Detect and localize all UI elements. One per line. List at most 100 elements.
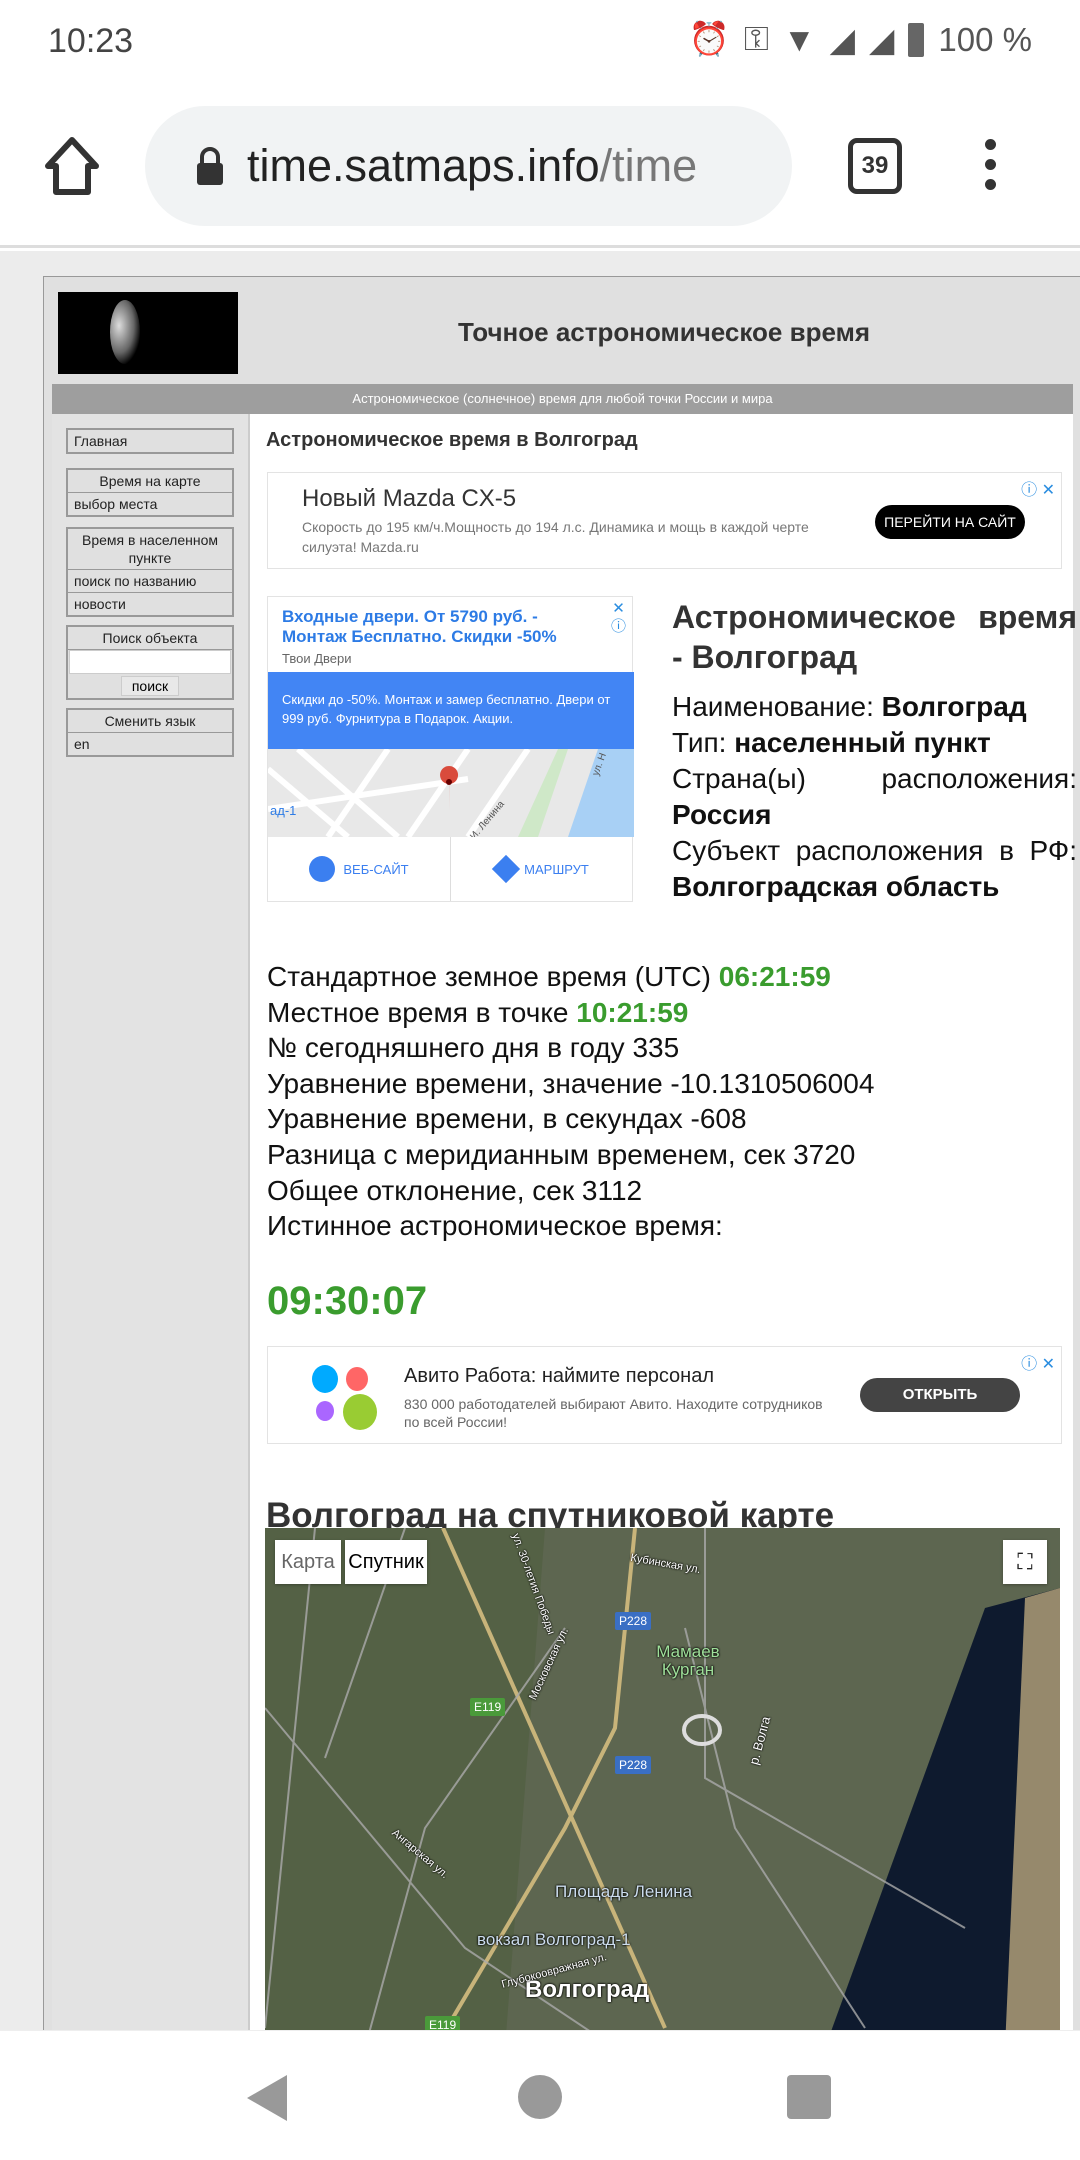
satellite-map[interactable]: Карта Спутник ⛶ P228 P228 E119 E119 Мама… <box>265 1528 1060 2030</box>
map-roads <box>265 1528 1060 2030</box>
country-label: Страна(ы) расположения: <box>672 763 1077 794</box>
ad-text: Скидки до -50%. Монтаж и замер бесплатно… <box>268 672 634 749</box>
road-shield: P228 <box>615 1756 652 1774</box>
ad-doors[interactable]: ✕ ⓘ Входные двери. От 5790 руб. - Монтаж … <box>267 596 634 902</box>
true-time-value: 09:30:07 <box>267 1279 428 1323</box>
local-label: Местное время в точке <box>267 996 569 1028</box>
sidebar-item-news[interactable]: новости <box>68 593 232 615</box>
local-value: 10:21:59 <box>576 996 689 1028</box>
place-info: Астрономическое время - Волгоград Наимен… <box>672 597 1077 905</box>
url-bar[interactable]: time.satmaps.info/time <box>145 106 792 226</box>
home-icon[interactable] <box>44 136 100 196</box>
ad-cta-button[interactable]: ОТКРЫТЬ <box>860 1378 1020 1412</box>
eot-label: Уравнение времени, значение <box>267 1067 663 1099</box>
site-tagline: Астрономическое (солнечное) время для лю… <box>52 384 1073 414</box>
map-label: Площадь Ленина <box>555 1882 693 1901</box>
ad-close-info-icon[interactable]: ✕ ⓘ <box>611 600 626 636</box>
sidebar-section-title: Время на карте <box>68 470 232 493</box>
status-icons: ⏰ ⚿ ▼ ◢ ◢ 100 % <box>689 20 1032 59</box>
home-nav-icon[interactable] <box>518 2075 562 2119</box>
sidebar-section-title: Поиск объекта <box>68 627 232 650</box>
browser-toolbar: time.satmaps.info/time 39 <box>0 84 1080 248</box>
ad-map: ад-1 ул. Н И. Ленина <box>268 749 634 837</box>
site-container: Точное астрономическое время Астрономиче… <box>43 276 1080 2030</box>
android-nav-bar <box>0 2030 1080 2160</box>
sidebar-item-lang-en[interactable]: en <box>68 733 232 755</box>
alarm-icon: ⏰ <box>688 20 730 57</box>
total-label: Общее отклонение, сек <box>267 1174 575 1206</box>
map-label: Волгоград <box>525 1976 650 2003</box>
ad-title: Новый Mazda CX-5 <box>302 485 517 512</box>
back-icon[interactable] <box>245 2073 289 2123</box>
eot-value: -10.1310506004 <box>670 1067 875 1099</box>
region-value: Волгоградская область <box>672 871 1000 902</box>
search-button[interactable]: поиск <box>120 676 180 696</box>
ad-route-label: МАРШРУТ <box>524 861 589 877</box>
page-heading: Астрономическое время в Волгоград <box>266 429 638 451</box>
tab-switcher-button[interactable]: 39 <box>848 138 902 194</box>
total-value: 3112 <box>581 1174 643 1206</box>
ad-text: 830 000 работодателей выбирают Авито. На… <box>404 1396 823 1430</box>
directions-icon <box>492 854 521 884</box>
true-time-label: Истинное астрономическое время: <box>267 1210 723 1242</box>
time-info: Стандартное земное время (UTC) 06:21:59 … <box>267 959 874 1244</box>
eot-sec-value: -608 <box>690 1103 747 1135</box>
region-label: Субъект расположения в РФ: <box>672 835 1077 866</box>
road-shield: E119 <box>425 2016 461 2030</box>
sidebar-item-search-name[interactable]: поиск по названию <box>68 570 232 593</box>
map-label: ад-1 <box>270 803 297 818</box>
vpn-key-icon: ⚿ <box>743 20 769 57</box>
recents-icon[interactable] <box>787 2075 831 2119</box>
utc-label: Стандартное земное время (UTC) <box>267 961 711 992</box>
ad-website-label: ВЕБ-САЙТ <box>343 861 409 877</box>
status-bar: 10:23 ⏰ ⚿ ▼ ◢ ◢ 100 % <box>0 0 1080 84</box>
ad-title: Входные двери. От 5790 руб. - Монтаж Бес… <box>282 607 557 646</box>
name-value: Волгоград <box>881 691 1027 722</box>
road-shield: P228 <box>615 1612 652 1630</box>
eot-sec-label: Уравнение времени, в секундах <box>267 1103 683 1135</box>
utc-value: 06:21:59 <box>718 961 831 992</box>
ad-info-close-icon[interactable]: ⓘ ✕ <box>1021 1350 1055 1374</box>
sidebar-item-choose-place[interactable]: выбор места <box>68 493 232 515</box>
ad-advertiser: Твои Двери <box>282 651 352 666</box>
sidebar-section-title: Время в населенном пункте <box>68 529 232 570</box>
url-text: time.satmaps.info/time <box>247 140 698 191</box>
ad-mazda[interactable]: ⓘ ✕ Новый Mazda CX-5 Скорость до 195 км/… <box>267 472 1062 569</box>
meridian-label: Разница с меридианным временем, сек <box>267 1138 786 1170</box>
overflow-menu-icon[interactable] <box>985 139 997 199</box>
ad-avito[interactable]: ⓘ ✕ Авито Работа: наймите персонал 830 0… <box>267 1346 1062 1444</box>
logo-earth-image <box>58 292 238 374</box>
wifi-icon: ▼ <box>782 20 816 58</box>
road-shield: E119 <box>470 1698 506 1716</box>
map-label: вокзал Волгоград-1 <box>477 1930 631 1949</box>
ad-map-roads <box>268 749 634 837</box>
web-page: Точное астрономическое время Астрономиче… <box>0 251 1080 2030</box>
map-type-map-button[interactable]: Карта <box>275 1540 341 1584</box>
main-content: Астрономическое время в Волгоград ⓘ ✕ Но… <box>248 414 1077 2030</box>
lock-icon <box>197 147 223 185</box>
signal-icon: ◢ <box>829 21 856 58</box>
map-type-satellite-button[interactable]: Спутник <box>345 1540 427 1584</box>
ad-info-close-icon[interactable]: ⓘ ✕ <box>1021 476 1055 500</box>
battery-icon <box>908 22 925 57</box>
sidebar-item-home[interactable]: Главная <box>68 430 232 452</box>
ad-route-button[interactable]: МАРШРУТ <box>451 837 634 901</box>
sidebar: Главная Время на карте выбор места Время… <box>52 414 248 2030</box>
place-title: Астрономическое время - Волгоград <box>672 599 1077 675</box>
fullscreen-icon[interactable]: ⛶ <box>1003 1540 1047 1584</box>
sidebar-section-title: Сменить язык <box>68 710 232 733</box>
ad-text: Скорость до 195 км/ч.Мощность до 194 л.с… <box>302 519 809 555</box>
type-value: населенный пункт <box>734 727 991 758</box>
ad-website-button[interactable]: ВЕБ-САЙТ <box>268 837 451 901</box>
day-label: № сегодняшнего дня в году <box>267 1032 625 1064</box>
map-label: Мамаев Курган <box>656 1642 720 1679</box>
ad-cta-button[interactable]: ПЕРЕЙТИ НА САЙТ <box>875 505 1025 539</box>
status-time: 10:23 <box>48 22 134 60</box>
signal-icon: ◢ <box>869 21 895 58</box>
ad-title: Авито Работа: наймите персонал <box>404 1365 714 1387</box>
search-input[interactable] <box>69 650 231 674</box>
meridian-value: 3720 <box>793 1138 856 1170</box>
day-value: 335 <box>632 1032 680 1064</box>
battery-text: 100 % <box>938 20 1032 58</box>
site-title: Точное астрономическое время <box>457 317 870 347</box>
